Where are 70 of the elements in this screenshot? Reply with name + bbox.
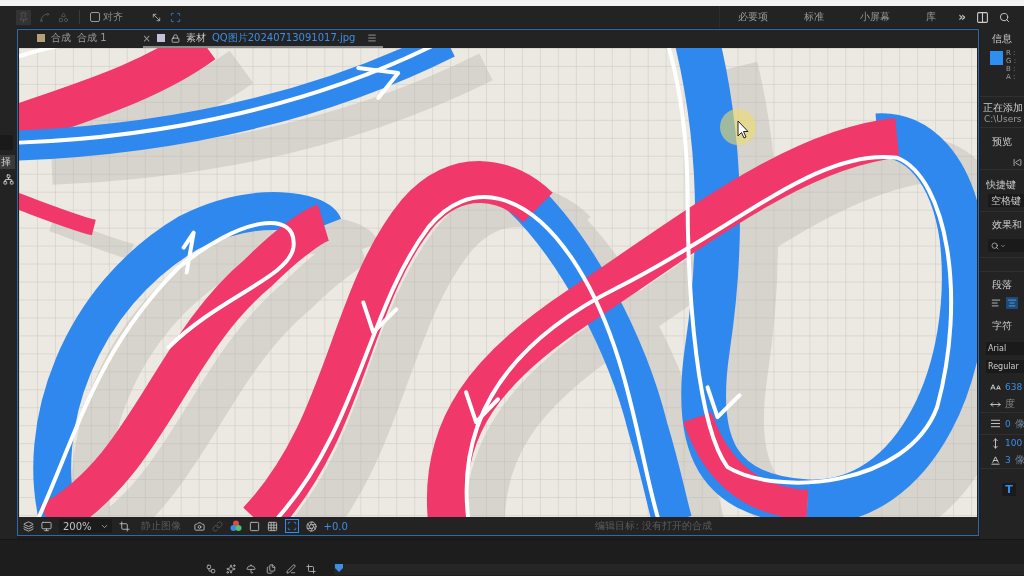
color-channels-icon[interactable] bbox=[229, 520, 242, 532]
pen-icon[interactable] bbox=[286, 564, 296, 574]
property-value[interactable]: 0 bbox=[1005, 418, 1011, 429]
property-value[interactable]: 度 bbox=[1005, 397, 1015, 411]
linked-nodes-icon[interactable] bbox=[206, 564, 216, 574]
panel-tab[interactable]: 择 bbox=[0, 155, 15, 169]
status-text: 正在添加 bbox=[982, 101, 1024, 114]
zoom-dropdown[interactable]: 200% bbox=[59, 519, 112, 533]
font-style-field[interactable]: Regular bbox=[986, 360, 1024, 373]
corner-brackets-icon[interactable] bbox=[170, 11, 181, 23]
lines-icon bbox=[990, 418, 1001, 429]
files-icon[interactable] bbox=[266, 564, 276, 574]
umbrella-icon[interactable] bbox=[246, 564, 256, 574]
tab-type-label: 素材 bbox=[185, 31, 206, 45]
workspace-tab[interactable]: 小屏幕 bbox=[842, 6, 909, 28]
unit-label: 像 bbox=[1014, 453, 1024, 467]
workspace-tab[interactable]: 标准 bbox=[786, 6, 843, 28]
viewer-tab[interactable]: 合成 合成 1 bbox=[37, 30, 113, 48]
vertical-arrows-icon bbox=[990, 437, 1001, 449]
align-left-icon bbox=[991, 298, 1001, 308]
align-button[interactable] bbox=[990, 297, 1002, 309]
menu-icon[interactable] bbox=[367, 33, 378, 43]
faux-bold-button[interactable]: T bbox=[1002, 483, 1016, 496]
search-field[interactable] bbox=[988, 239, 1024, 252]
panel-title: 信息 bbox=[991, 32, 1013, 45]
shortcut-dropdown[interactable]: 空格键 bbox=[988, 194, 1024, 207]
panel-title: 预览 bbox=[991, 135, 1013, 148]
close-tab-button[interactable]: × bbox=[142, 32, 151, 44]
unit-label: 像 bbox=[1014, 416, 1024, 431]
cursor-icon bbox=[719, 108, 757, 146]
crop-icon[interactable] bbox=[306, 564, 316, 574]
workspace-tab[interactable]: 库 bbox=[908, 6, 955, 28]
workspace-tab[interactable]: 必要项 bbox=[720, 6, 787, 28]
exposure-value[interactable]: +0.0 bbox=[323, 520, 348, 532]
font-family-field[interactable]: Arial bbox=[986, 342, 1024, 355]
panel-title: 字符 bbox=[991, 319, 1013, 332]
hierarchy-icon[interactable] bbox=[3, 174, 14, 185]
playhead-icon[interactable] bbox=[335, 564, 343, 572]
panel-title: 段落 bbox=[991, 278, 1013, 291]
baseline-icon bbox=[990, 454, 1001, 466]
columns-icon[interactable] bbox=[976, 10, 989, 24]
search-icon bbox=[991, 241, 999, 250]
aperture-icon[interactable] bbox=[305, 520, 317, 532]
snap-checkbox[interactable]: 对齐 bbox=[90, 10, 123, 24]
sparkles-icon[interactable] bbox=[226, 564, 236, 574]
monitor-icon[interactable] bbox=[41, 520, 52, 532]
panel-title: 效果和 bbox=[991, 218, 1023, 231]
layers-icon[interactable] bbox=[23, 520, 34, 532]
tab-name: QQ图片20240713091017.jpg bbox=[211, 31, 356, 45]
tab-name: 合成 1 bbox=[77, 31, 107, 45]
property-value[interactable]: 3 bbox=[1005, 455, 1011, 465]
skip-back-icon[interactable] bbox=[1013, 158, 1022, 167]
overflow-button[interactable]: » bbox=[958, 10, 966, 24]
fast-previews-button[interactable] bbox=[284, 519, 299, 533]
square-icon[interactable] bbox=[248, 520, 260, 532]
camera-icon[interactable] bbox=[193, 520, 205, 532]
grid-icon[interactable] bbox=[266, 520, 278, 532]
tab-type-label: 合成 bbox=[51, 31, 71, 45]
panel-title: 快捷键 bbox=[985, 178, 1017, 191]
align-center-icon bbox=[1007, 298, 1017, 308]
property-value[interactable]: 638 bbox=[1005, 382, 1023, 392]
crop-icon[interactable] bbox=[118, 520, 130, 532]
search-icon[interactable] bbox=[999, 11, 1010, 23]
corner-brackets-icon bbox=[286, 521, 297, 531]
property-value[interactable]: 100 bbox=[1005, 438, 1023, 448]
lock-icon[interactable] bbox=[170, 33, 180, 43]
chevron-down-icon bbox=[1000, 242, 1006, 249]
font-size-icon bbox=[990, 381, 1001, 393]
diagonal-arrow-icon[interactable] bbox=[151, 11, 162, 23]
file-path: C:\Users bbox=[983, 114, 1023, 125]
